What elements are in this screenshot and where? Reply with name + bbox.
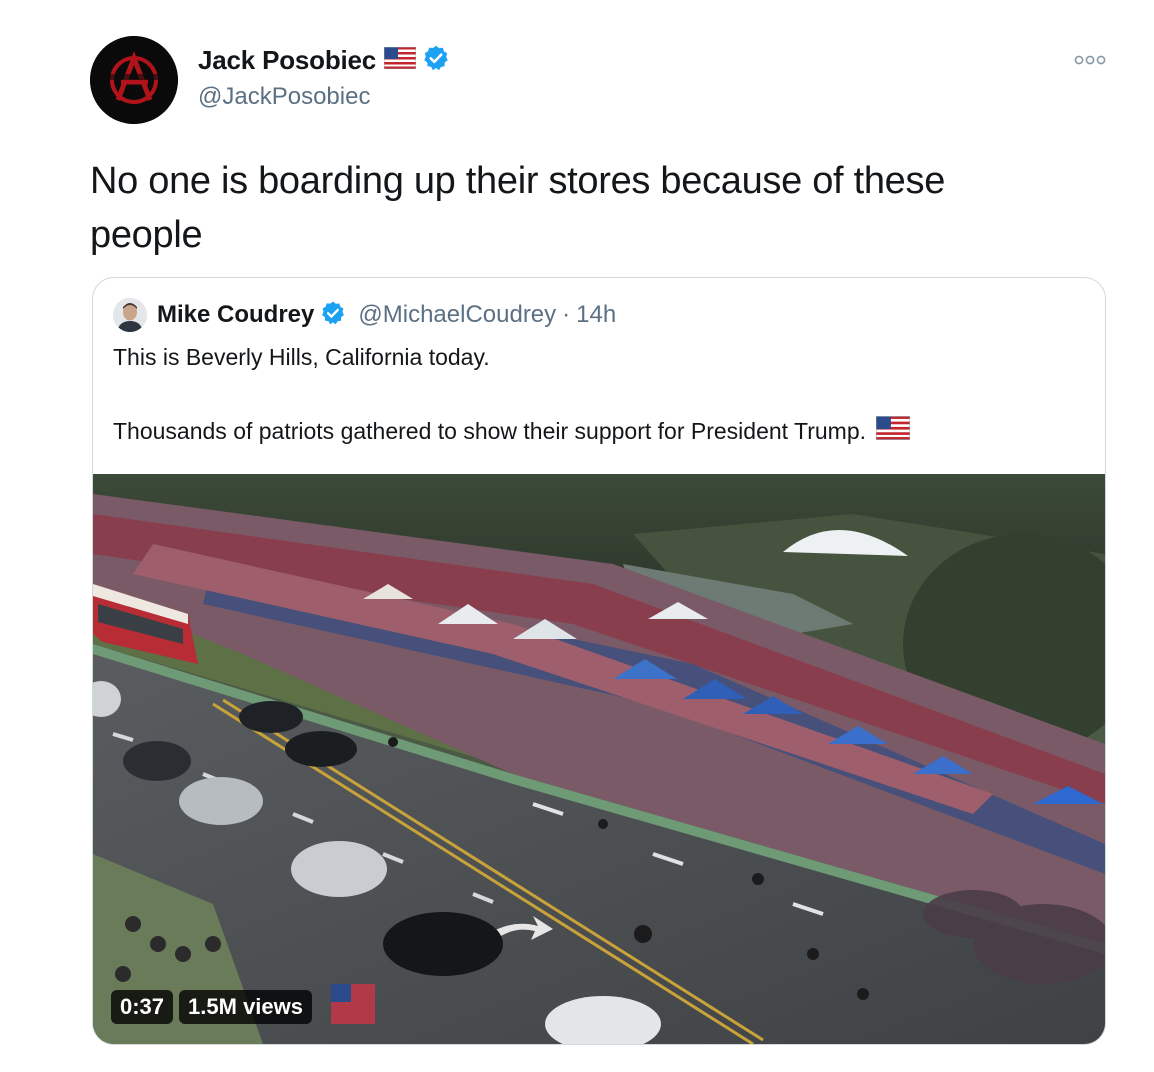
separator-dot: · <box>562 301 571 328</box>
quoted-author-handle[interactable]: @MichaelCoudrey <box>358 301 556 329</box>
quoted-tweet-text-line1: This is Beverly Hills, California today. <box>113 344 490 370</box>
quoted-tweet-time[interactable]: 14h <box>576 301 616 329</box>
more-options-icon[interactable] <box>1074 53 1106 72</box>
author-display-name[interactable]: Jack Posobiec <box>198 45 376 76</box>
tweet-text: No one is boarding up their stores becau… <box>90 160 946 256</box>
quoted-author-avatar[interactable] <box>113 298 147 332</box>
anarchy-logo-icon <box>90 36 178 124</box>
aerial-rally-video-thumbnail-icon <box>93 474 1105 1044</box>
us-flag-icon <box>875 415 911 446</box>
verified-badge-icon <box>422 44 450 77</box>
quoted-tweet-text-line2: Thousands of patriots gathered to show t… <box>113 417 867 444</box>
quoted-tweet-header: Mike Coudrey @MichaelCoudrey · 14h <box>113 298 616 332</box>
author-handle[interactable]: @JackPosobiec <box>198 83 370 111</box>
quoted-tweet-card[interactable]: Mike Coudrey @MichaelCoudrey · 14h This … <box>92 277 1106 1045</box>
author-name-row: Jack Posobiec <box>198 44 450 77</box>
verified-badge-icon <box>320 300 346 331</box>
video-info-badges: 0:37 1.5M views <box>111 990 312 1024</box>
video-duration-badge: 0:37 <box>111 990 174 1024</box>
author-avatar[interactable] <box>90 36 178 124</box>
video-player[interactable]: 0:37 1.5M views <box>93 474 1105 1044</box>
video-views-badge: 1.5M views <box>179 990 312 1024</box>
quoted-tweet-text-line2-row: Thousands of patriots gathered to show t… <box>113 415 911 446</box>
profile-photo-icon <box>113 298 147 332</box>
us-flag-icon <box>383 46 417 74</box>
quoted-author-display-name[interactable]: Mike Coudrey <box>157 301 314 329</box>
